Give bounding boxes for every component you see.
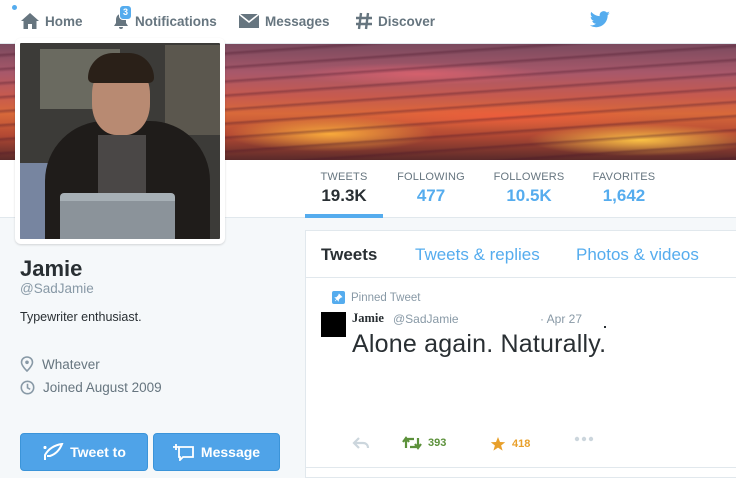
avatar-hair [88,53,154,83]
retweet-action[interactable]: 393 [402,436,446,450]
tweets-panel: Tweets Tweets & replies Photos & videos … [305,230,736,478]
location-pin-icon [20,356,34,372]
favorite-action[interactable]: 418 [490,436,530,452]
tab-photos-videos[interactable]: Photos & videos [576,245,699,265]
profile-location: Whatever [20,356,100,372]
favorite-count: 418 [512,438,531,450]
twitter-bird-icon[interactable] [589,11,611,29]
stat-following-value: 477 [416,186,446,205]
pinned-tweet-text: Pinned Tweet [351,291,421,304]
pin-icon [332,291,345,304]
nav-messages-label: Messages [265,13,330,29]
nav-notifications[interactable]: 3 Notifications [112,5,217,32]
tweet-to-button-label: Tweet to [70,444,126,460]
more-action[interactable] [574,436,600,442]
stat-followers[interactable]: FOLLOWERS 10.5K [488,160,570,218]
stat-following-label: FOLLOWING [397,171,465,183]
compose-feather-icon [43,443,64,460]
reply-action[interactable] [352,436,376,450]
timeline-tabs: Tweets Tweets & replies Photos & videos [306,231,736,278]
unread-dot [12,5,17,10]
home-icon [21,13,39,29]
tweet-date[interactable]: · Apr 27 [540,312,582,326]
tab-tweets[interactable]: Tweets [321,245,377,265]
stat-favorites[interactable]: FAVORITES 1,642 [584,160,664,218]
pinned-tweet-label: Pinned Tweet [332,291,420,304]
profile-handle[interactable]: @SadJamie [20,281,94,296]
nav-messages[interactable]: Messages [238,10,330,32]
hashtag-icon [356,12,372,30]
profile-bio: Typewriter enthusiast. [20,310,142,324]
nav-discover[interactable]: Discover [355,10,435,32]
avatar-typewriter [60,193,175,239]
profile-name[interactable]: Jamie [20,256,82,282]
nav-home-label: Home [45,13,83,29]
tweet-author-name[interactable]: Jamie [352,311,384,326]
nav-notifications-label: Notifications [135,13,217,29]
tweet-author-avatar[interactable] [321,312,346,337]
stat-tweets-label: TWEETS [320,171,368,183]
nav-home[interactable]: Home [20,10,83,32]
stat-tweets-value: 19.3K [321,186,367,205]
retweet-count: 393 [428,437,447,449]
tweet-author-handle[interactable]: @SadJamie [393,312,459,326]
stat-followers-value: 10.5K [506,186,552,205]
profile-location-text: Whatever [42,356,100,372]
stat-following[interactable]: FOLLOWING 477 [391,160,471,218]
clock-icon [20,380,35,395]
envelope-icon [238,13,260,28]
more-dots-icon [574,436,594,442]
message-button-label: Message [200,444,261,460]
stat-tweets[interactable]: TWEETS 19.3K [305,160,383,218]
nav-discover-label: Discover [378,13,436,29]
message-button[interactable]: Message [153,433,280,471]
profile-joined-text: Joined August 2009 [43,380,162,395]
retweet-icon [402,436,422,450]
tweet-to-button[interactable]: Tweet to [20,433,148,471]
panel-divider [306,467,736,468]
new-message-icon [172,444,194,461]
stat-favorites-value: 1,642 [602,186,646,205]
notification-count-badge: 3 [119,5,133,20]
reply-icon [352,437,370,449]
profile-joined: Joined August 2009 [20,380,162,395]
star-icon [490,437,506,451]
profile-avatar[interactable] [15,38,225,244]
tweet-text: Alone again. Naturally. [352,330,607,358]
tweet-speck [604,326,606,328]
avatar-bg-cabinet [165,45,220,135]
stat-followers-label: FOLLOWERS [493,171,565,183]
tab-tweets-replies[interactable]: Tweets & replies [415,245,540,265]
stat-favorites-label: FAVORITES [592,171,656,183]
